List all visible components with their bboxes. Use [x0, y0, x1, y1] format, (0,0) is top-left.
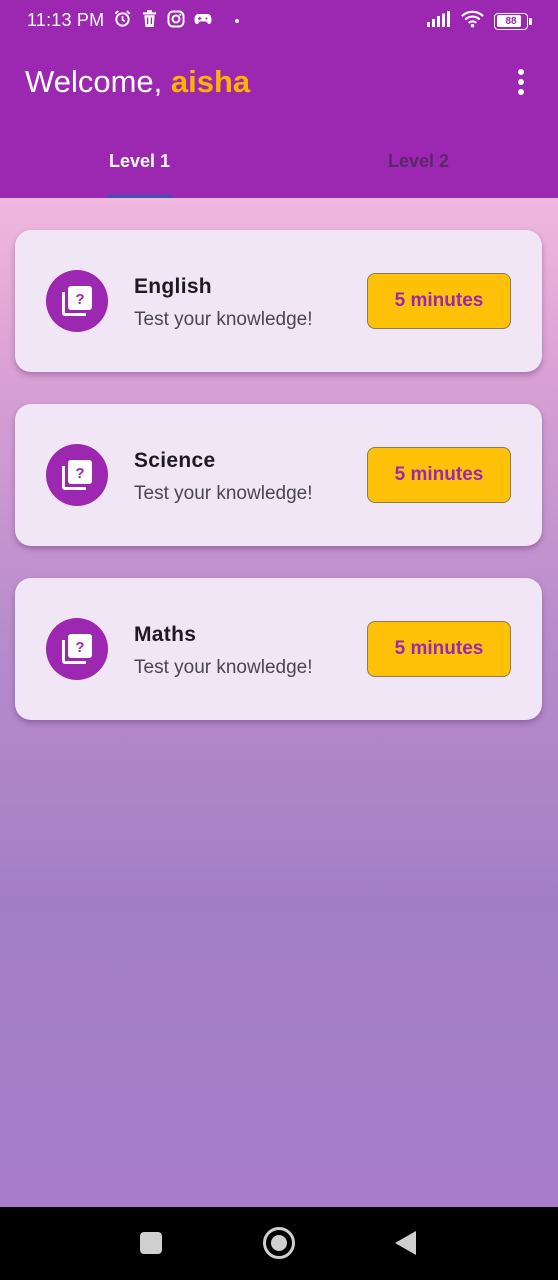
quiz-title: Science: [134, 449, 216, 472]
quiz-card-english[interactable]: ? English Test your knowledge! 5 minutes: [15, 230, 542, 372]
svg-text:?: ?: [75, 639, 84, 656]
dot-icon: [235, 19, 239, 23]
screen: 11:13 PM 88 Welcome, aisha Level 1 Level…: [0, 0, 558, 1280]
quiz-subtitle: Test your knowledge!: [134, 657, 313, 678]
quiz-duration-button[interactable]: 5 minutes: [367, 273, 511, 329]
battery-icon: 88: [494, 12, 532, 30]
svg-text:?: ?: [75, 291, 84, 308]
quiz-card-maths[interactable]: ? Maths Test your knowledge! 5 minutes: [15, 578, 542, 720]
status-bar: 11:13 PM 88: [0, 0, 558, 42]
quiz-title: English: [134, 275, 212, 298]
quiz-duration-button[interactable]: 5 minutes: [367, 447, 511, 503]
quiz-icon: ?: [46, 618, 108, 680]
alarm-icon: [113, 9, 132, 33]
svg-text:?: ?: [75, 465, 84, 482]
instagram-icon: [167, 10, 185, 33]
quiz-icon: ?: [46, 444, 108, 506]
tab-level-2[interactable]: Level 2: [279, 140, 558, 198]
wifi-icon: [461, 10, 484, 33]
battery-level: 88: [505, 15, 517, 27]
header: 11:13 PM 88 Welcome, aisha Level 1 Level…: [0, 0, 558, 198]
navigation-bar: [0, 1207, 558, 1280]
back-icon[interactable]: [395, 1231, 416, 1255]
quiz-card-science[interactable]: ? Science Test your knowledge! 5 minutes: [15, 404, 542, 546]
status-time: 11:13 PM: [27, 10, 105, 30]
quiz-list: ? English Test your knowledge! 5 minutes…: [0, 198, 558, 1207]
recents-icon[interactable]: [140, 1232, 162, 1254]
welcome-username: aisha: [170, 64, 251, 99]
quiz-title: Maths: [134, 623, 197, 646]
quiz-icon: ?: [46, 270, 108, 332]
welcome-greeting: Welcome,: [25, 64, 163, 99]
welcome-title: Welcome, aisha: [25, 64, 250, 100]
quiz-subtitle: Test your knowledge!: [134, 483, 313, 504]
status-icons-left: [113, 10, 239, 32]
gamepad-icon: [194, 12, 212, 31]
signal-icon: [427, 10, 451, 32]
status-icons-right: 88: [427, 10, 532, 33]
quiz-duration-button[interactable]: 5 minutes: [367, 621, 511, 677]
trash-icon: [141, 9, 158, 33]
home-icon[interactable]: [263, 1227, 295, 1259]
quiz-subtitle: Test your knowledge!: [134, 309, 313, 330]
tab-level-1[interactable]: Level 1: [0, 140, 279, 198]
more-vert-icon[interactable]: [508, 66, 534, 98]
